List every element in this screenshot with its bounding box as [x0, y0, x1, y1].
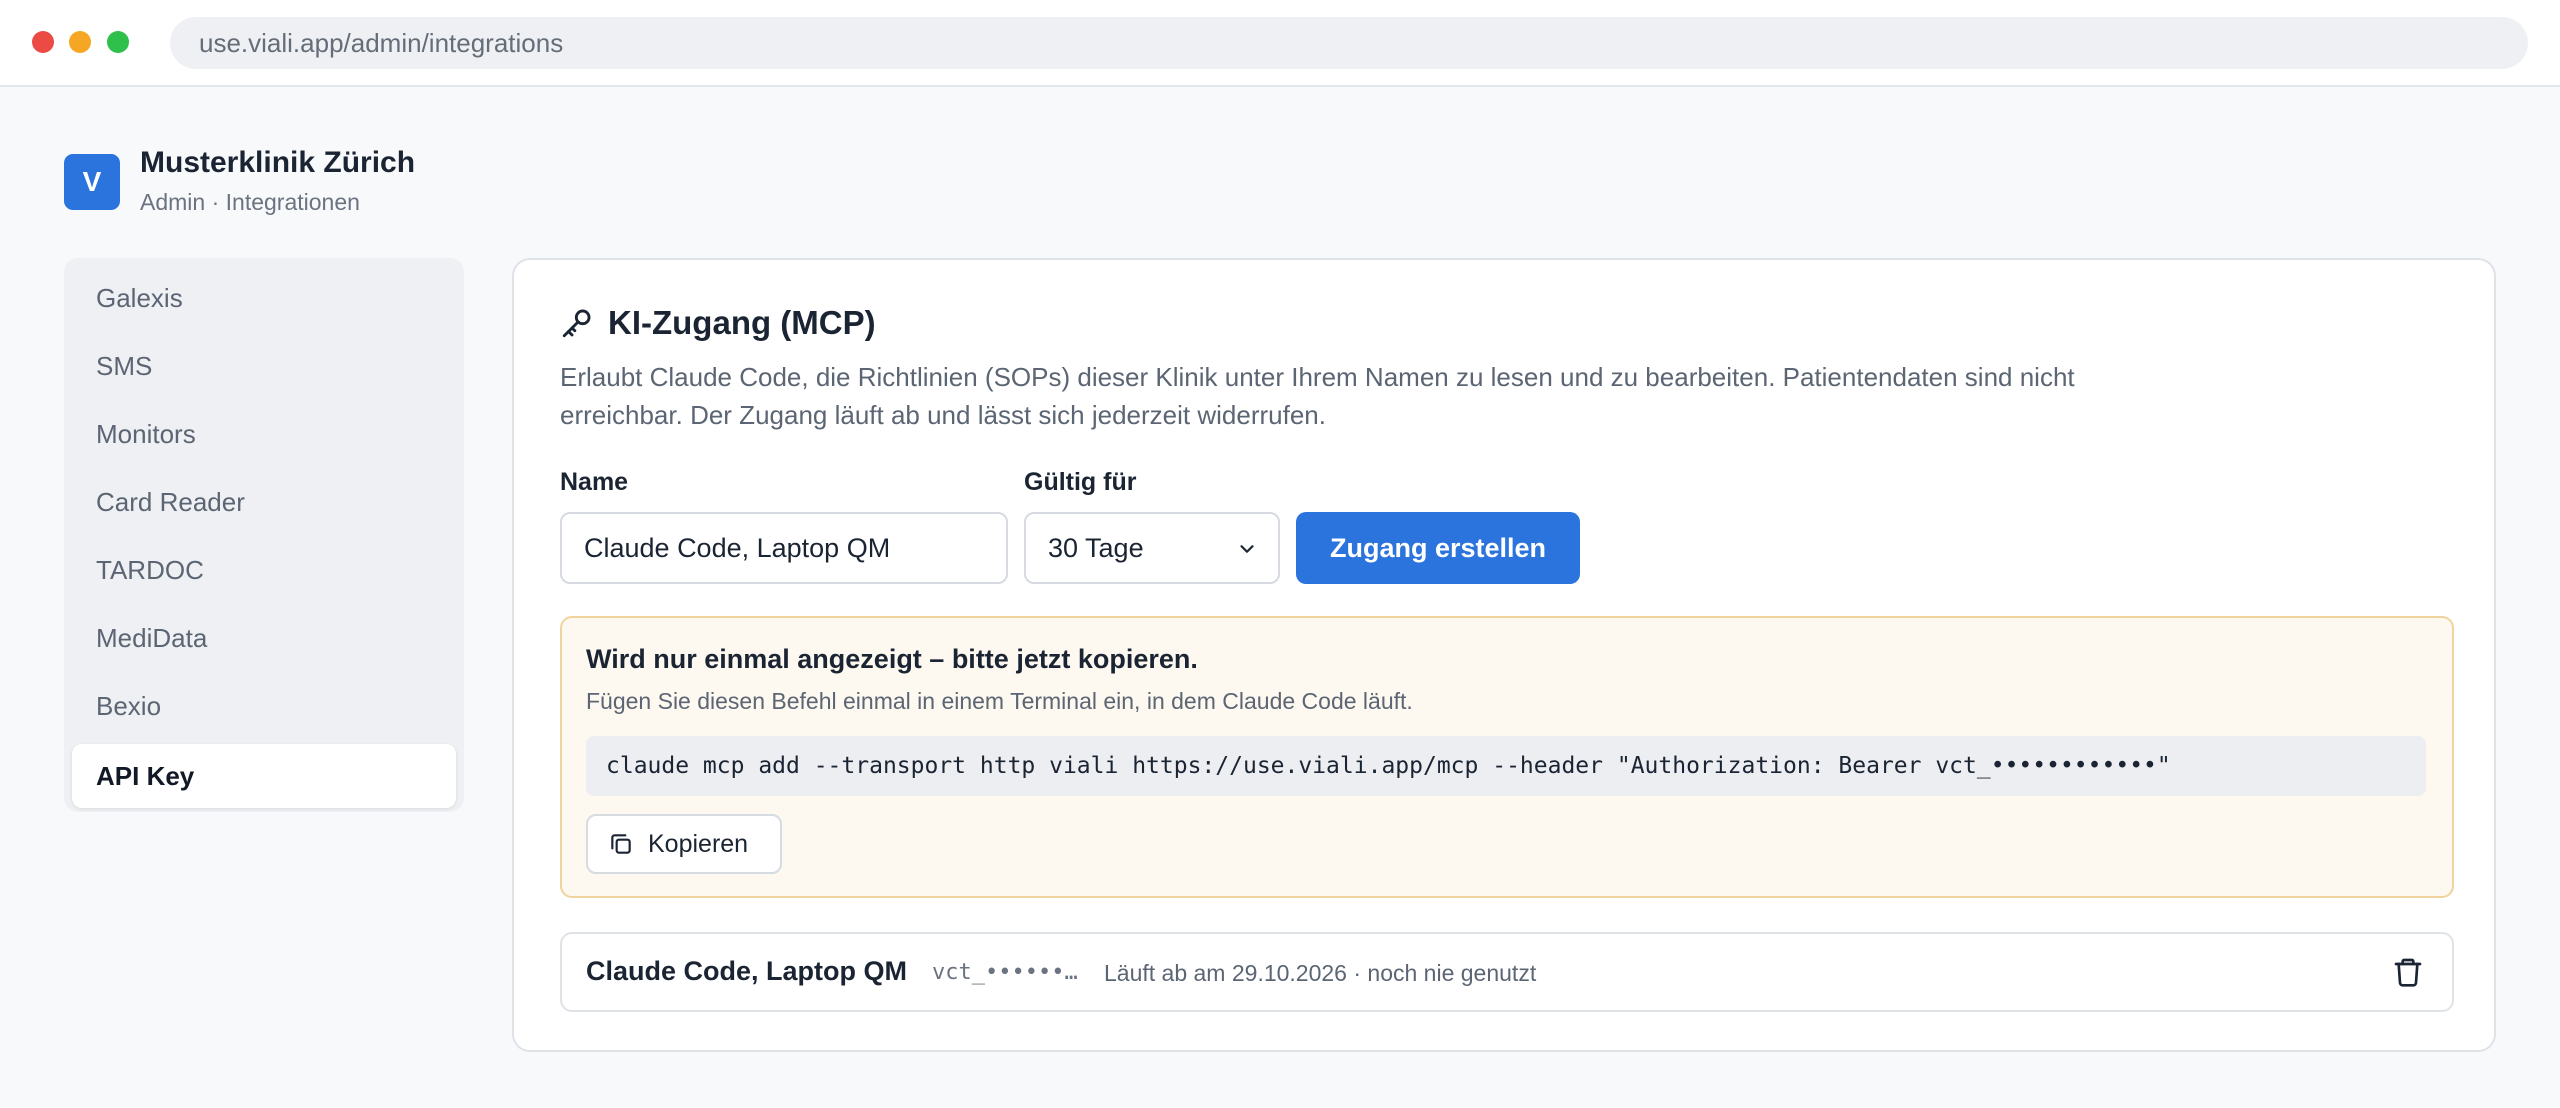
- validity-select-value: 30 Tage: [1048, 533, 1144, 563]
- section-description: Erlaubt Claude Code, die Richtlinien (SO…: [560, 362, 2075, 430]
- breadcrumb: Admin · Integrationen: [140, 189, 360, 215]
- copy-button-label: Kopieren: [648, 829, 749, 858]
- sidebar: Galexis SMS Monitors Card Reader TARDOC …: [64, 258, 464, 812]
- browser-chrome: use.viali.app/admin/integrations: [0, 0, 2560, 87]
- sidebar-item-monitors[interactable]: Monitors: [72, 402, 456, 466]
- sidebar-item-api-key[interactable]: API Key: [72, 744, 456, 808]
- sidebar-item-bexio[interactable]: Bexio: [72, 674, 456, 738]
- trash-icon[interactable]: [2392, 956, 2424, 988]
- key-icon: [562, 309, 591, 338]
- token-name: Claude Code, Laptop QM: [586, 956, 907, 986]
- maximize-window-dot[interactable]: [107, 31, 129, 53]
- section-title-text: KI-Zugang (MCP): [608, 304, 876, 341]
- copy-icon: [611, 834, 631, 854]
- sidebar-item-card-reader[interactable]: Card Reader: [72, 470, 456, 534]
- validity-select[interactable]: 30 Tage: [1024, 512, 1280, 584]
- token-list-item: Claude Code, Laptop QM vct_••••••… Läuft…: [560, 932, 2454, 1012]
- clinic-name: Musterklinik Zürich: [140, 146, 416, 179]
- one-time-notice: Wird nur einmal angezeigt – bitte jetzt …: [560, 616, 2454, 898]
- token-expiry-meta: Läuft ab am 29.10.2026 · noch nie genutz…: [1104, 960, 1537, 986]
- chevron-down-icon: [1240, 545, 1254, 553]
- address-bar[interactable]: use.viali.app/admin/integrations: [170, 17, 2528, 69]
- mcp-access-card: KI-Zugang (MCP) Erlaubt Claude Code, die…: [512, 258, 2496, 1052]
- section-title: KI-Zugang (MCP): [560, 304, 876, 342]
- sidebar-item-galexis[interactable]: Galexis: [72, 266, 456, 330]
- create-access-button[interactable]: Zugang erstellen: [1296, 512, 1580, 584]
- notice-subtitle: Fügen Sie diesen Befehl einmal in einem …: [586, 688, 1413, 714]
- sidebar-item-tardoc[interactable]: TARDOC: [72, 538, 456, 602]
- sidebar-item-medidata[interactable]: MediData: [72, 606, 456, 670]
- brand-logo: V: [64, 154, 120, 210]
- name-input[interactable]: [560, 512, 1008, 584]
- name-label: Name: [560, 468, 629, 496]
- command-snippet[interactable]: claude mcp add --transport http viali ht…: [586, 736, 2426, 796]
- validity-label: Gültig für: [1024, 468, 1137, 496]
- minimize-window-dot[interactable]: [69, 31, 91, 53]
- close-window-dot[interactable]: [32, 31, 54, 53]
- sidebar-item-sms[interactable]: SMS: [72, 334, 456, 398]
- copy-button[interactable]: Kopieren: [586, 814, 782, 874]
- token-masked-key: vct_••••••…: [932, 960, 1078, 985]
- notice-title: Wird nur einmal angezeigt – bitte jetzt …: [586, 644, 1198, 674]
